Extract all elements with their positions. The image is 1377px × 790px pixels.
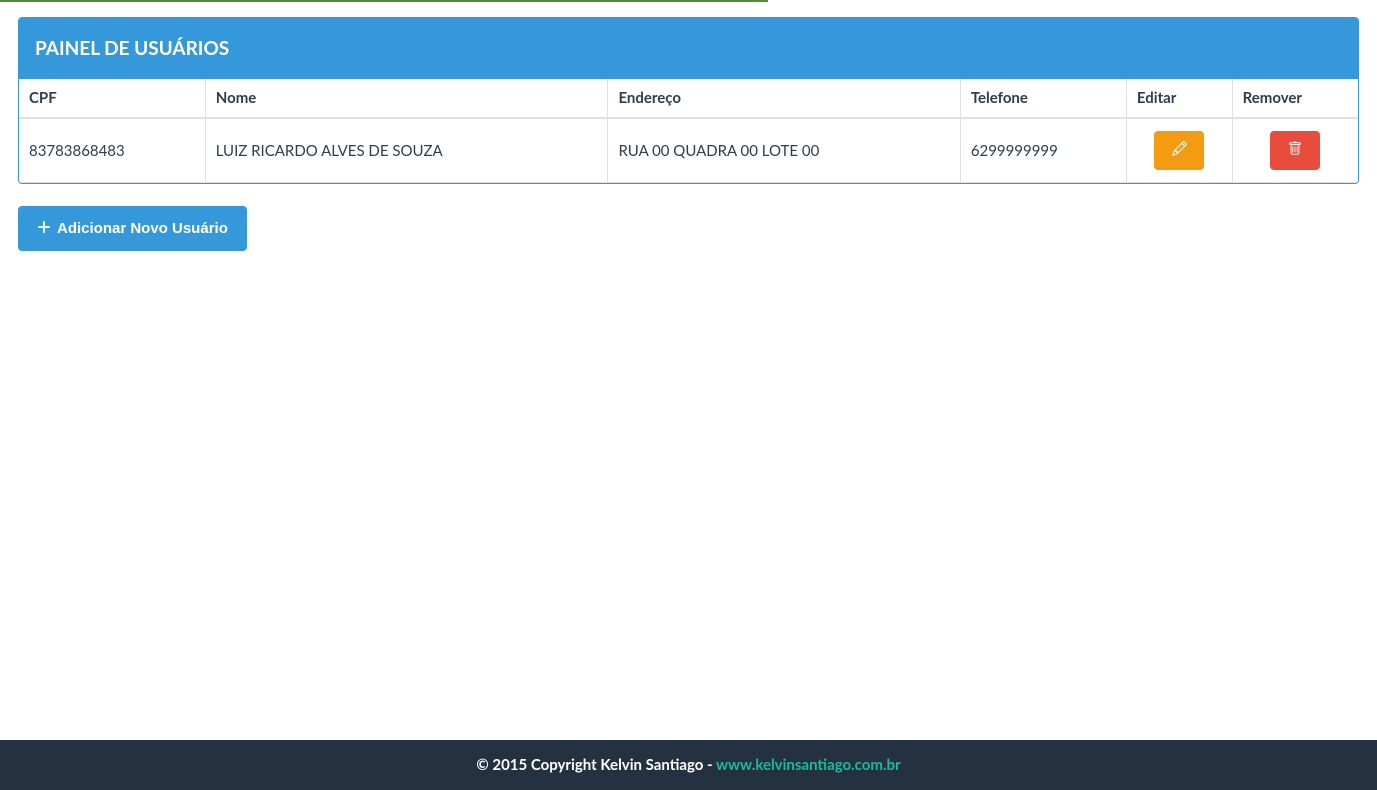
panel-title: PAINEL DE USUÁRIOS xyxy=(19,18,1358,79)
footer-link[interactable]: www.kelvinsantiago.com.br xyxy=(716,756,901,774)
users-panel: PAINEL DE USUÁRIOS CPF Nome Endereço Tel… xyxy=(18,17,1359,184)
users-table: CPF Nome Endereço Telefone Editar Remove… xyxy=(19,79,1358,183)
header-remover: Remover xyxy=(1232,79,1358,118)
table-header-row: CPF Nome Endereço Telefone Editar Remove… xyxy=(19,79,1358,118)
cell-endereco: RUA 00 QUADRA 00 LOTE 00 xyxy=(608,118,960,183)
add-user-label: Adicionar Novo Usuário xyxy=(57,220,228,237)
header-nome: Nome xyxy=(205,79,608,118)
table-row: 83783868483 LUIZ RICARDO ALVES DE SOUZA … xyxy=(19,118,1358,183)
header-editar: Editar xyxy=(1126,79,1232,118)
header-endereco: Endereço xyxy=(608,79,960,118)
cell-cpf: 83783868483 xyxy=(19,118,205,183)
cell-telefone: 6299999999 xyxy=(960,118,1126,183)
header-cpf: CPF xyxy=(19,79,205,118)
plus-icon xyxy=(37,220,51,238)
cell-nome: LUIZ RICARDO ALVES DE SOUZA xyxy=(205,118,608,183)
add-user-button[interactable]: Adicionar Novo Usuário xyxy=(18,206,247,251)
trash-icon xyxy=(1288,141,1302,160)
footer: © 2015 Copyright Kelvin Santiago - www.k… xyxy=(0,740,1377,790)
header-telefone: Telefone xyxy=(960,79,1126,118)
edit-button[interactable] xyxy=(1154,131,1204,170)
delete-button[interactable] xyxy=(1270,131,1320,170)
footer-copyright: © 2015 Copyright Kelvin Santiago - xyxy=(476,756,716,774)
pencil-icon xyxy=(1172,141,1187,160)
